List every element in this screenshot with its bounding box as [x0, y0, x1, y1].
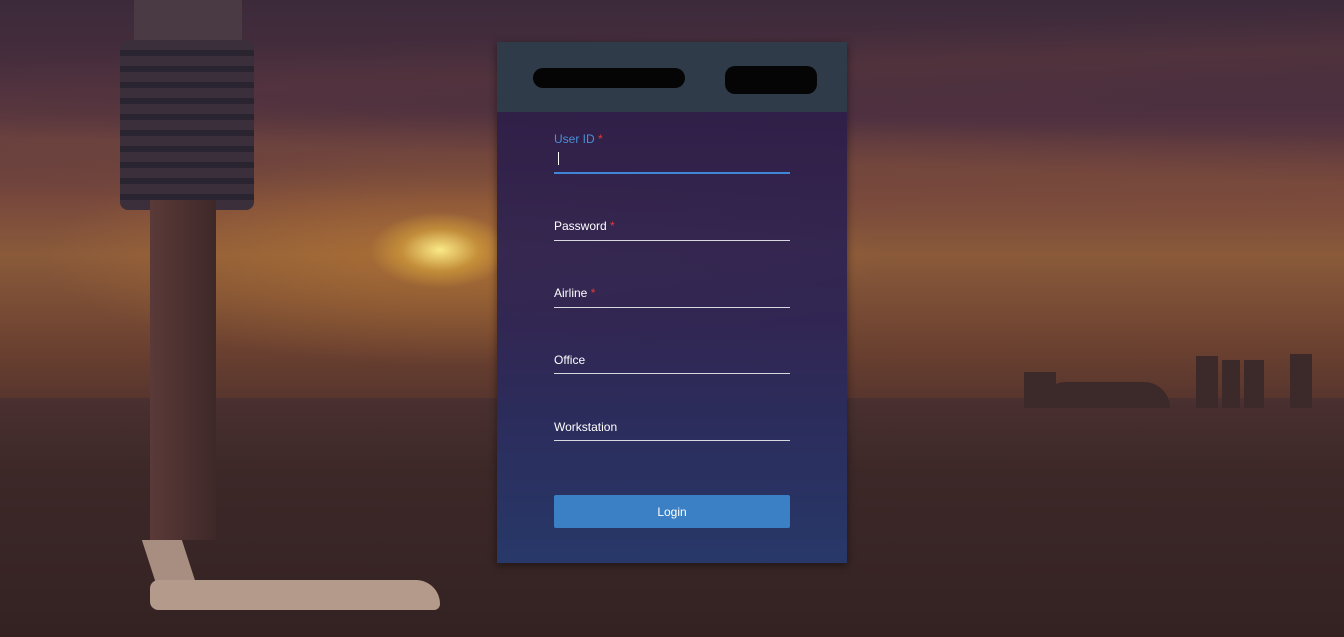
login-card: User ID * Password * Airline * Office Wo… — [497, 42, 847, 563]
login-button[interactable]: Login — [554, 495, 790, 528]
workstation-underline — [554, 440, 790, 441]
workstation-label: Workstation — [554, 420, 618, 434]
password-underline — [554, 240, 790, 241]
control-tower-shaft — [150, 200, 216, 540]
distant-building — [1244, 360, 1264, 408]
distant-building — [1196, 356, 1218, 408]
stadium-dome — [1040, 382, 1170, 408]
parked-airplane — [150, 580, 440, 610]
office-field[interactable]: Office — [554, 353, 790, 375]
redacted-brand-text — [725, 66, 817, 94]
airline-field[interactable]: Airline * — [554, 286, 790, 308]
user-id-field[interactable]: User ID * — [554, 132, 790, 174]
distant-building — [1222, 360, 1240, 408]
card-header — [497, 42, 847, 112]
password-label: Password * — [554, 219, 615, 233]
required-marker: * — [590, 286, 596, 300]
redacted-logo — [533, 68, 685, 88]
required-marker: * — [610, 219, 615, 233]
workstation-field[interactable]: Workstation — [554, 420, 790, 442]
office-label: Office — [554, 353, 586, 367]
required-marker: * — [598, 132, 603, 146]
distant-building — [1290, 354, 1312, 408]
text-cursor — [558, 152, 559, 165]
control-tower-cab — [120, 40, 254, 210]
user-id-underline — [554, 172, 790, 174]
password-field[interactable]: Password * — [554, 219, 790, 241]
airline-label: Airline * — [554, 286, 596, 300]
office-underline — [554, 373, 790, 374]
user-id-label: User ID * — [554, 132, 603, 146]
airline-underline — [554, 307, 790, 308]
